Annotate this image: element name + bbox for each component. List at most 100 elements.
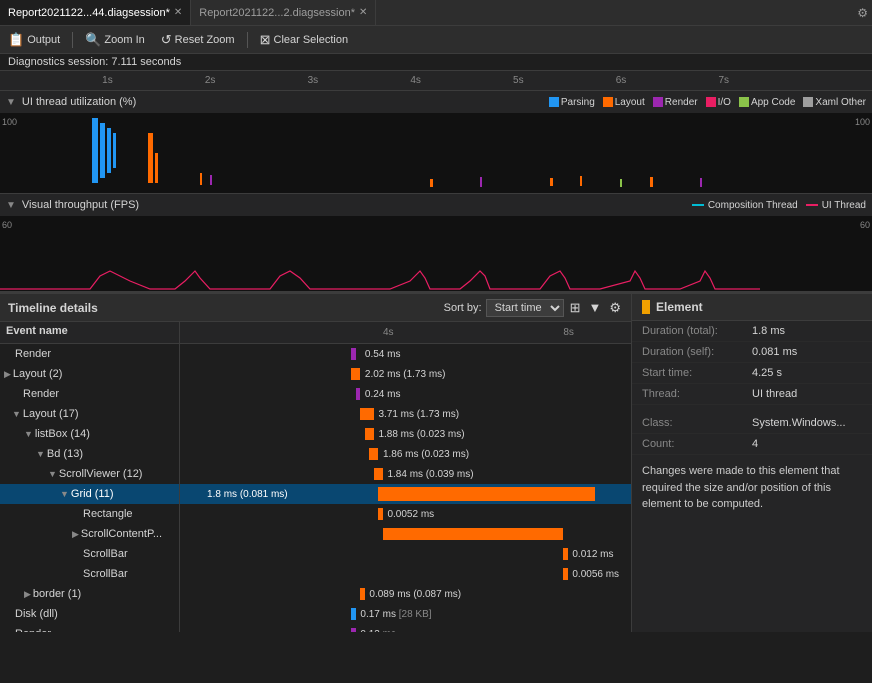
right-panel-title: Element	[656, 300, 703, 314]
table-row[interactable]: Render 0.13 ms	[0, 624, 631, 632]
output-button[interactable]: 📋 Output	[4, 30, 64, 50]
legend-io: I/O	[706, 97, 731, 108]
appcode-label: App Code	[751, 97, 795, 108]
output-label: Output	[27, 34, 60, 46]
ui-thread-chart-svg	[0, 113, 872, 193]
prop-row-count: Count: 4	[632, 434, 872, 455]
fps-scale-right: 60	[860, 220, 870, 230]
row-label: ▼listBox (14)	[0, 424, 180, 444]
prop-row-start-time: Start time: 4.25 s	[632, 363, 872, 384]
table-row[interactable]: ScrollBar 0.012 ms	[0, 544, 631, 564]
row-duration: 0.089 ms (0.087 ms)	[369, 589, 461, 600]
duration-total-value: 1.8 ms	[752, 325, 785, 337]
expand-icon[interactable]: ▼	[48, 469, 57, 479]
ui-thread-chart-section: ▼ UI thread utilization (%) Parsing Layo…	[0, 91, 872, 194]
settings-icon[interactable]: ⚙	[857, 6, 868, 20]
bar-segment	[378, 487, 594, 501]
bar-segment	[378, 508, 383, 520]
row-label: ▼Layout (17)	[0, 404, 180, 424]
sort-controls: Sort by: Start time Duration ⊞ ▼ ⚙	[444, 298, 623, 318]
table-row[interactable]: ▶border (1) 0.089 ms (0.087 ms)	[0, 584, 631, 604]
sort-select[interactable]: Start time Duration	[486, 299, 564, 317]
ui-thread-collapse[interactable]: ▼	[6, 97, 16, 108]
table-row[interactable]: ▼Grid (11) 1.8 ms (0.081 ms)	[0, 484, 631, 504]
session-label: Diagnostics session: 7.111 seconds	[8, 56, 181, 68]
ruler-mark-1s: 1s	[102, 75, 113, 86]
xamlother-label: Xaml Other	[815, 97, 866, 108]
tab-1-close[interactable]: ✕	[174, 7, 182, 18]
tab-bar: Report2021122...44.diagsession* ✕ Report…	[0, 0, 872, 26]
bar-segment	[369, 448, 378, 460]
fps-collapse[interactable]: ▼	[6, 200, 16, 211]
expand-icon[interactable]: ▼	[36, 449, 45, 459]
right-panel: Element Duration (total): 1.8 ms Duratio…	[632, 294, 872, 632]
start-time-value: 4.25 s	[752, 367, 782, 379]
table-row[interactable]: Rectangle 0.0052 ms	[0, 504, 631, 524]
row-label: Render	[0, 384, 180, 404]
prop-row-duration-total: Duration (total): 1.8 ms	[632, 321, 872, 342]
ruler-mark-4s: 4s	[410, 75, 421, 86]
table-row[interactable]: ▼listBox (14) 1.88 ms (0.023 ms)	[0, 424, 631, 444]
tab-1[interactable]: Report2021122...44.diagsession* ✕	[0, 0, 191, 25]
row-icon	[72, 506, 83, 522]
ui-thread-title: UI thread utilization (%)	[22, 96, 136, 108]
row-icon	[4, 606, 15, 622]
start-time-key: Start time:	[642, 367, 752, 379]
expand-icon[interactable]: ▼	[24, 429, 33, 439]
tree-container[interactable]: Render 0.54 ms ▶Layout (2) 2.02 ms (1.73…	[0, 344, 631, 632]
table-row[interactable]: Render 0.54 ms	[0, 344, 631, 364]
row-label: Render	[0, 624, 180, 632]
options-icon[interactable]: ⚙	[607, 298, 623, 318]
table-row[interactable]: ▶Layout (2) 2.02 ms (1.73 ms)	[0, 364, 631, 384]
row-label: ▼Grid (11)	[0, 484, 180, 504]
table-row[interactable]: Render 0.24 ms	[0, 384, 631, 404]
table-row[interactable]: ▼Layout (17) 3.71 ms (1.73 ms)	[0, 404, 631, 424]
expand-icon[interactable]: ▶	[24, 589, 31, 600]
row-bar-area: 0.24 ms	[180, 384, 631, 404]
table-row[interactable]: ▼ScrollViewer (12) 1.84 ms (0.039 ms)	[0, 464, 631, 484]
table-row[interactable]: Disk (dll) 0.17 ms [28 KB]	[0, 604, 631, 624]
expand-icon[interactable]: ▼	[60, 489, 69, 499]
expand-icon[interactable]: ▶	[72, 529, 79, 540]
legend-xamlother: Xaml Other	[803, 97, 866, 108]
layout-label: Layout	[615, 97, 645, 108]
clear-selection-button[interactable]: ⊠ Clear Selection	[256, 30, 353, 50]
legend-ui-thread-fps: UI Thread	[806, 200, 866, 211]
column-headers: Event name 4s 8s	[0, 322, 631, 344]
expand-icon[interactable]: ▼	[12, 409, 21, 419]
comp-thread-label: Composition Thread	[708, 200, 798, 211]
expand-icon[interactable]: ▶	[4, 369, 11, 380]
bar-segment	[374, 468, 383, 480]
filter-icon[interactable]: ▼	[586, 298, 603, 317]
row-label: ▶ScrollContentP...	[0, 524, 180, 544]
tab-2[interactable]: Report2021122...2.diagsession* ✕	[191, 0, 376, 25]
row-bar-area: 0.17 ms [28 KB]	[180, 604, 631, 624]
tab-2-close[interactable]: ✕	[359, 7, 367, 18]
bar-segment	[351, 608, 356, 620]
ruler-marks: 1s 2s 3s 4s 5s 6s 7s	[8, 71, 864, 90]
table-row[interactable]: ▼Bd (13) 1.86 ms (0.023 ms)	[0, 444, 631, 464]
zoom-in-button[interactable]: 🔍 Zoom In	[81, 30, 149, 50]
clear-selection-icon: ⊠	[260, 32, 271, 48]
right-panel-header: Element	[632, 294, 872, 321]
bar-segment	[360, 408, 374, 420]
tab-1-label: Report2021122...44.diagsession*	[8, 7, 170, 19]
table-row[interactable]: ▶ScrollContentP... 1.7 ms (0.051 ms)	[0, 524, 631, 544]
prop-row-duration-self: Duration (self): 0.081 ms	[632, 342, 872, 363]
tab-bar-right: ⚙	[857, 6, 872, 20]
bar-segment	[351, 368, 360, 380]
row-bar-area: 0.0056 ms	[180, 564, 631, 584]
reset-zoom-button[interactable]: ↺ Reset Zoom	[157, 30, 239, 50]
count-key: Count:	[642, 438, 752, 450]
row-duration: 1.88 ms (0.023 ms)	[378, 429, 464, 440]
group-icon[interactable]: ⊞	[568, 298, 583, 318]
ui-thread-fps-label: UI Thread	[822, 200, 866, 211]
row-duration: 0.13 ms	[360, 629, 396, 633]
thread-value: UI thread	[752, 388, 797, 400]
ui-thread-chart-body[interactable]: 100 100	[0, 113, 872, 193]
timeline-details: Timeline details Sort by: Start time Dur…	[0, 294, 632, 632]
fps-chart-body[interactable]: 60 60	[0, 216, 872, 291]
table-row[interactable]: ScrollBar 0.0056 ms	[0, 564, 631, 584]
row-label: Render	[0, 344, 180, 364]
parsing-label: Parsing	[561, 97, 595, 108]
